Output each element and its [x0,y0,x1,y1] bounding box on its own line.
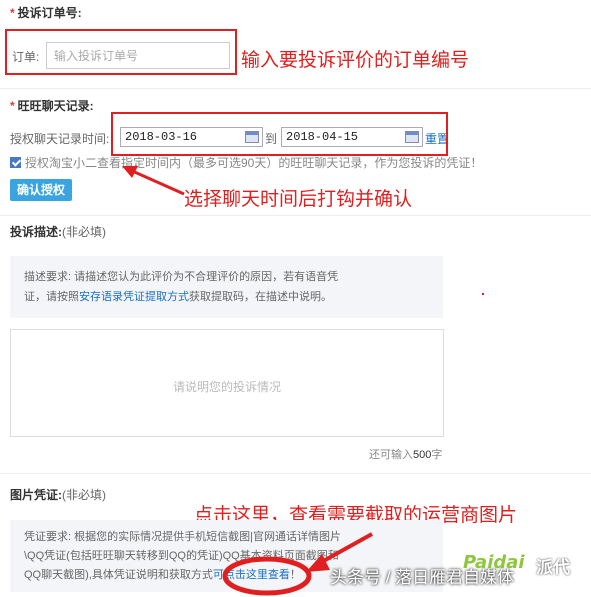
red-dot [482,293,484,295]
arrow-head [306,554,330,572]
chat-annotation-text: 选择聊天时间后打钩并确认 [184,188,413,210]
requirement-line: 证，请按照安存语录凭证提取方式获取提取码，在描述中说明。 [24,287,429,307]
order-title-text: 投诉订单号: [17,6,82,20]
divider [0,88,591,89]
description-textarea[interactable]: 请说明您的投诉情况 [10,329,444,437]
divider [0,215,591,216]
counter-value: 500 [413,449,432,461]
evidence-section-title: 图片凭证:(非必填) [10,486,106,503]
order-annotation-text: 输入要投诉评价的订单编号 [241,49,470,71]
description-title-text: 投诉描述: [10,225,62,239]
requirement-text: QQ聊天截图),具体凭证说明和获取方式 [24,569,213,581]
auth-text: 授权淘宝小二查看指定时间内（最多可选90天）的旺旺聊天记录，作为您投诉的凭证！ [25,156,483,170]
order-annotation-box [5,29,237,75]
chat-time-label: 授权聊天记录时间: [10,132,110,146]
chat-title-text: 旺旺聊天记录: [17,99,94,113]
chat-section-title: * 旺旺聊天记录: [10,97,94,114]
auth-checkbox-row[interactable]: 授权淘宝小二查看指定时间内（最多可选90天）的旺旺聊天记录，作为您投诉的凭证！ [10,154,482,171]
divider [0,473,591,474]
char-counter: 还可输入500字 [369,446,442,462]
auth-checkbox[interactable] [10,157,21,168]
required-asterisk: * [10,6,15,20]
order-section-title: * 投诉订单号: [10,4,82,21]
counter-suffix: 字 [431,449,443,461]
description-requirements: 描述要求: 请描述您认为此评价为不合理评价的原因，若有语音凭 证，请按照安存语录… [10,256,443,318]
counter-prefix: 还可输入 [369,449,413,461]
description-placeholder: 请说明您的投诉情况 [172,380,281,394]
requirement-line: 描述要求: 请描述您认为此评价为不合理评价的原因，若有语音凭 [24,271,339,283]
arrow-icon [122,166,185,196]
description-section-title: 投诉描述:(非必填) [10,223,106,240]
confirm-auth-button[interactable]: 确认授权 [10,179,72,201]
chat-annotation-box [111,112,448,156]
evidence-title-text: 图片凭证: [10,488,62,502]
optional-tag: (非必填) [62,488,106,502]
paidai-logo-cn: 派代 [536,558,570,577]
arrow-icon [317,532,373,566]
paidai-logo: Paidai [463,552,525,573]
optional-tag: (非必填) [62,225,106,239]
required-asterisk: * [10,99,15,113]
voice-evidence-link[interactable]: 安存语录凭证提取方式 [79,291,189,303]
requirement-text: 证，请按照 [24,291,79,303]
highlight-circle [222,556,312,596]
requirement-text: 获取提取码，在描述中说明。 [189,291,332,303]
